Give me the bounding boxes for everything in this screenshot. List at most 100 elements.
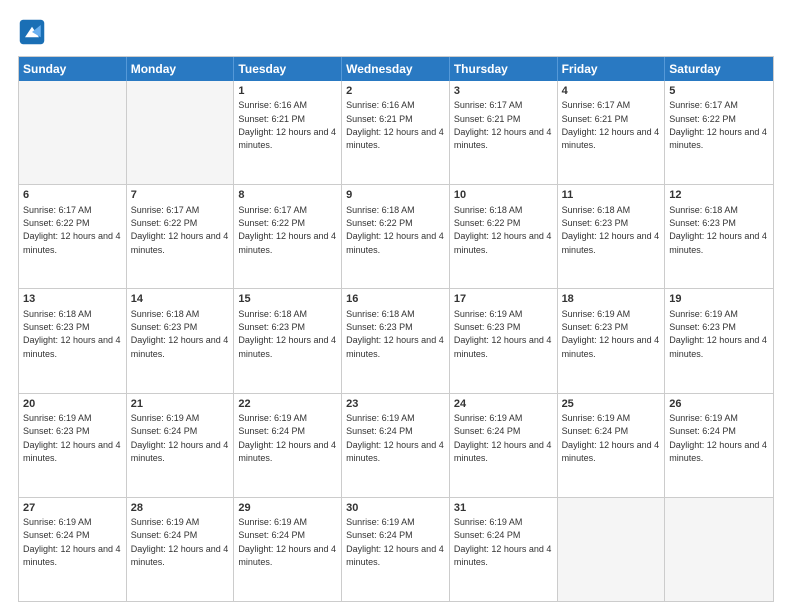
- calendar-cell: 1 Sunrise: 6:16 AM Sunset: 6:21 PM Daylig…: [234, 81, 342, 184]
- cell-detail: Sunrise: 6:19 AM Sunset: 6:24 PM Dayligh…: [669, 413, 767, 463]
- calendar-cell: 7Sunrise: 6:17 AM Sunset: 6:22 PM Daylig…: [127, 185, 235, 288]
- calendar-cell: [558, 498, 666, 601]
- day-number: 29: [238, 501, 337, 515]
- cell-detail: Sunrise: 6:19 AM Sunset: 6:24 PM Dayligh…: [454, 517, 552, 567]
- calendar-cell: 6 Sunrise: 6:17 AM Sunset: 6:22 PM Daylig…: [19, 185, 127, 288]
- calendar-body: 1 Sunrise: 6:16 AM Sunset: 6:21 PM Daylig…: [19, 81, 773, 601]
- calendar-header-wednesday: Wednesday: [342, 57, 450, 81]
- calendar-cell: 23Sunrise: 6:19 AM Sunset: 6:24 PM Dayli…: [342, 394, 450, 497]
- day-number: 2: [346, 84, 445, 98]
- day-number: 14: [131, 292, 230, 306]
- day-number: 17: [454, 292, 553, 306]
- calendar-cell: 12 Sunrise: 6:18 AM Sunset: 6:23 PM Dayli…: [665, 185, 773, 288]
- cell-detail: Sunrise: 6:16 AM Sunset: 6:21 PM Dayligh…: [346, 100, 444, 150]
- cell-detail: Sunrise: 6:19 AM Sunset: 6:24 PM Dayligh…: [454, 413, 552, 463]
- cell-detail: Sunrise: 6:18 AM Sunset: 6:22 PM Dayligh…: [454, 205, 552, 255]
- day-number: 5: [669, 84, 769, 98]
- day-number: 26: [669, 397, 769, 411]
- day-number: 28: [131, 501, 230, 515]
- cell-detail: Sunrise: 6:19 AM Sunset: 6:23 PM Dayligh…: [669, 309, 767, 359]
- day-number: 16: [346, 292, 445, 306]
- calendar-cell: 3 Sunrise: 6:17 AM Sunset: 6:21 PM Daylig…: [450, 81, 558, 184]
- page: SundayMondayTuesdayWednesdayThursdayFrid…: [0, 0, 792, 612]
- cell-detail: Sunrise: 6:17 AM Sunset: 6:21 PM Dayligh…: [562, 100, 660, 150]
- day-number: 4: [562, 84, 661, 98]
- day-number: 15: [238, 292, 337, 306]
- generalblue-logo-icon: [18, 18, 46, 46]
- cell-detail: Sunrise: 6:18 AM Sunset: 6:23 PM Dayligh…: [562, 205, 660, 255]
- day-number: 7: [131, 188, 230, 202]
- calendar-cell: 5 Sunrise: 6:17 AM Sunset: 6:22 PM Daylig…: [665, 81, 773, 184]
- cell-detail: Sunrise: 6:16 AM Sunset: 6:21 PM Dayligh…: [238, 100, 336, 150]
- calendar-cell: 15 Sunrise: 6:18 AM Sunset: 6:23 PM Dayli…: [234, 289, 342, 392]
- calendar-header-tuesday: Tuesday: [234, 57, 342, 81]
- day-number: 31: [454, 501, 553, 515]
- calendar-cell: 8 Sunrise: 6:17 AM Sunset: 6:22 PM Daylig…: [234, 185, 342, 288]
- day-number: 12: [669, 188, 769, 202]
- calendar: SundayMondayTuesdayWednesdayThursdayFrid…: [18, 56, 774, 602]
- cell-detail: Sunrise: 6:18 AM Sunset: 6:23 PM Dayligh…: [131, 309, 229, 359]
- day-number: 19: [669, 292, 769, 306]
- calendar-cell: 22Sunrise: 6:19 AM Sunset: 6:24 PM Dayli…: [234, 394, 342, 497]
- cell-detail: Sunrise: 6:18 AM Sunset: 6:23 PM Dayligh…: [669, 205, 767, 255]
- calendar-cell: 24 Sunrise: 6:19 AM Sunset: 6:24 PM Dayli…: [450, 394, 558, 497]
- cell-detail: Sunrise: 6:19 AM Sunset: 6:24 PM Dayligh…: [131, 413, 229, 463]
- calendar-cell: 19 Sunrise: 6:19 AM Sunset: 6:23 PM Dayli…: [665, 289, 773, 392]
- cell-detail: Sunrise: 6:17 AM Sunset: 6:22 PM Dayligh…: [669, 100, 767, 150]
- calendar-header: SundayMondayTuesdayWednesdayThursdayFrid…: [19, 57, 773, 81]
- day-number: 23: [346, 397, 445, 411]
- day-number: 24: [454, 397, 553, 411]
- day-number: 25: [562, 397, 661, 411]
- day-number: 1: [238, 84, 337, 98]
- cell-detail: Sunrise: 6:19 AM Sunset: 6:23 PM Dayligh…: [454, 309, 552, 359]
- calendar-row-4: 20 Sunrise: 6:19 AM Sunset: 6:23 PM Dayli…: [19, 394, 773, 498]
- calendar-row-5: 27 Sunrise: 6:19 AM Sunset: 6:24 PM Dayli…: [19, 498, 773, 601]
- calendar-cell: 26 Sunrise: 6:19 AM Sunset: 6:24 PM Dayli…: [665, 394, 773, 497]
- calendar-cell: 27 Sunrise: 6:19 AM Sunset: 6:24 PM Dayli…: [19, 498, 127, 601]
- cell-detail: Sunrise: 6:17 AM Sunset: 6:22 PM Dayligh…: [238, 205, 336, 255]
- calendar-cell: 25 Sunrise: 6:19 AM Sunset: 6:24 PM Dayli…: [558, 394, 666, 497]
- logo: [18, 18, 50, 46]
- day-number: 3: [454, 84, 553, 98]
- day-number: 18: [562, 292, 661, 306]
- calendar-header-sunday: Sunday: [19, 57, 127, 81]
- calendar-cell: 14 Sunrise: 6:18 AM Sunset: 6:23 PM Dayli…: [127, 289, 235, 392]
- calendar-cell: 21 Sunrise: 6:19 AM Sunset: 6:24 PM Dayli…: [127, 394, 235, 497]
- cell-detail: Sunrise: 6:18 AM Sunset: 6:23 PM Dayligh…: [346, 309, 444, 359]
- day-number: 21: [131, 397, 230, 411]
- calendar-cell: 28Sunrise: 6:19 AM Sunset: 6:24 PM Dayli…: [127, 498, 235, 601]
- calendar-cell: 11 Sunrise: 6:18 AM Sunset: 6:23 PM Dayli…: [558, 185, 666, 288]
- calendar-header-monday: Monday: [127, 57, 235, 81]
- cell-detail: Sunrise: 6:19 AM Sunset: 6:24 PM Dayligh…: [562, 413, 660, 463]
- day-number: 27: [23, 501, 122, 515]
- calendar-cell: [665, 498, 773, 601]
- calendar-cell: 2 Sunrise: 6:16 AM Sunset: 6:21 PM Daylig…: [342, 81, 450, 184]
- calendar-cell: 29 Sunrise: 6:19 AM Sunset: 6:24 PM Dayli…: [234, 498, 342, 601]
- calendar-cell: 18 Sunrise: 6:19 AM Sunset: 6:23 PM Dayli…: [558, 289, 666, 392]
- cell-detail: Sunrise: 6:19 AM Sunset: 6:24 PM Dayligh…: [346, 517, 444, 567]
- day-number: 11: [562, 188, 661, 202]
- cell-detail: Sunrise: 6:19 AM Sunset: 6:24 PM Dayligh…: [238, 413, 336, 463]
- cell-detail: Sunrise: 6:19 AM Sunset: 6:23 PM Dayligh…: [23, 413, 121, 463]
- calendar-row-3: 13Sunrise: 6:18 AM Sunset: 6:23 PM Dayli…: [19, 289, 773, 393]
- cell-detail: Sunrise: 6:19 AM Sunset: 6:24 PM Dayligh…: [23, 517, 121, 567]
- cell-detail: Sunrise: 6:19 AM Sunset: 6:24 PM Dayligh…: [238, 517, 336, 567]
- calendar-cell: 16 Sunrise: 6:18 AM Sunset: 6:23 PM Dayli…: [342, 289, 450, 392]
- calendar-cell: 31 Sunrise: 6:19 AM Sunset: 6:24 PM Dayli…: [450, 498, 558, 601]
- day-number: 30: [346, 501, 445, 515]
- day-number: 8: [238, 188, 337, 202]
- calendar-header-friday: Friday: [558, 57, 666, 81]
- cell-detail: Sunrise: 6:18 AM Sunset: 6:23 PM Dayligh…: [238, 309, 336, 359]
- calendar-cell: 30 Sunrise: 6:19 AM Sunset: 6:24 PM Dayli…: [342, 498, 450, 601]
- day-number: 10: [454, 188, 553, 202]
- cell-detail: Sunrise: 6:19 AM Sunset: 6:23 PM Dayligh…: [562, 309, 660, 359]
- cell-detail: Sunrise: 6:17 AM Sunset: 6:22 PM Dayligh…: [23, 205, 121, 255]
- calendar-cell: 20 Sunrise: 6:19 AM Sunset: 6:23 PM Dayli…: [19, 394, 127, 497]
- day-number: 20: [23, 397, 122, 411]
- calendar-cell: [19, 81, 127, 184]
- calendar-cell: 9Sunrise: 6:18 AM Sunset: 6:22 PM Daylig…: [342, 185, 450, 288]
- cell-detail: Sunrise: 6:17 AM Sunset: 6:21 PM Dayligh…: [454, 100, 552, 150]
- calendar-cell: [127, 81, 235, 184]
- day-number: 6: [23, 188, 122, 202]
- calendar-cell: 4 Sunrise: 6:17 AM Sunset: 6:21 PM Daylig…: [558, 81, 666, 184]
